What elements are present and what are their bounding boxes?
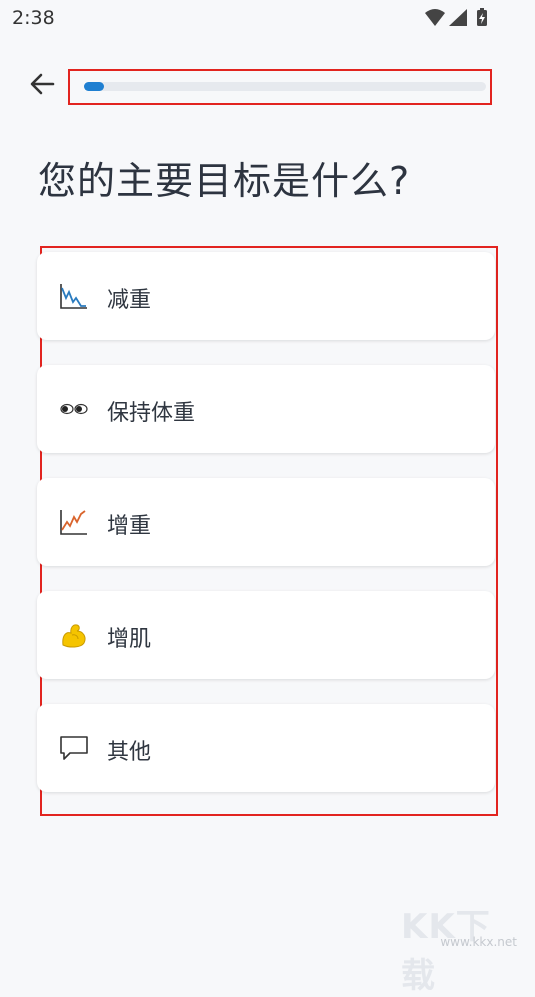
progress-fill — [84, 82, 105, 91]
flexed-biceps-icon — [59, 621, 89, 649]
progress-bar — [84, 82, 486, 91]
option-label: 增肌 — [107, 627, 152, 652]
option-maintain-weight[interactable]: 保持体重 — [37, 365, 495, 453]
progress-highlight-frame — [68, 69, 492, 105]
speech-bubble-icon — [59, 734, 89, 762]
wifi-icon — [425, 9, 445, 26]
signal-icon — [449, 9, 467, 26]
chart-up-icon — [59, 508, 89, 536]
eyes-icon — [59, 395, 89, 423]
option-gain-weight[interactable]: 增重 — [37, 478, 495, 566]
back-button[interactable] — [26, 68, 58, 100]
chart-down-icon — [59, 282, 89, 310]
watermark-url: www.kkx.net — [440, 935, 517, 949]
option-label: 保持体重 — [107, 401, 196, 426]
status-time: 2:38 — [12, 7, 55, 29]
battery-charging-icon — [477, 8, 487, 26]
page-title: 您的主要目标是什么? — [38, 159, 411, 203]
option-label: 减重 — [107, 288, 152, 313]
header — [0, 60, 535, 110]
status-icons — [425, 8, 487, 26]
status-bar: 2:38 — [0, 0, 535, 36]
option-lose-weight[interactable]: 减重 — [37, 252, 495, 340]
watermark-logo: KK下载 www.kkx.net — [401, 899, 521, 996]
option-other[interactable]: 其他 — [37, 704, 495, 792]
option-build-muscle[interactable]: 增肌 — [37, 591, 495, 679]
arrow-left-icon — [30, 73, 55, 95]
option-label: 增重 — [107, 514, 152, 539]
option-label: 其他 — [107, 740, 152, 765]
